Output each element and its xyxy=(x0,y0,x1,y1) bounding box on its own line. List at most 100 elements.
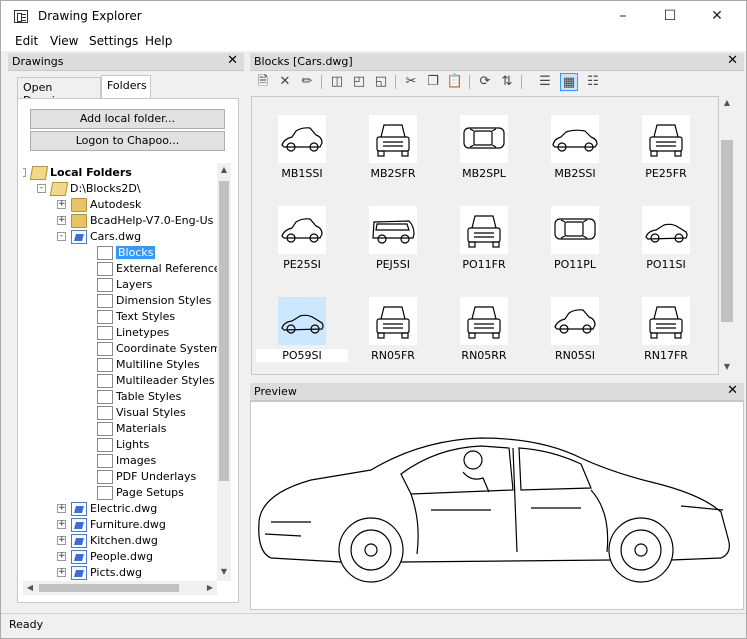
tree-item[interactable]: + Electric.dwg xyxy=(23,501,217,517)
block-thumbnail[interactable]: PE25SI xyxy=(256,188,346,271)
tree-item[interactable]: Visual Styles xyxy=(23,405,217,421)
menu-settings[interactable]: Settings xyxy=(89,34,138,48)
refresh-icon[interactable]: ⟳ xyxy=(476,73,494,91)
block-thumbnail[interactable]: MB2SPL xyxy=(438,97,528,180)
blocks-scroll-up-icon[interactable]: ▲ xyxy=(720,96,734,110)
tree-item[interactable]: Linetypes xyxy=(23,325,217,341)
maximize-button[interactable]: ☐ xyxy=(647,1,693,31)
tree-horizontal-scrollbar[interactable]: ◀ ▶ xyxy=(23,581,217,595)
collapse-icon[interactable]: - xyxy=(37,184,46,193)
icon-view-icon[interactable]: ▦ xyxy=(560,73,578,91)
preview-panel-close-icon[interactable]: ✕ xyxy=(727,383,738,398)
tree-scroll-thumb[interactable] xyxy=(219,181,229,481)
block-name-label: MB2SSI xyxy=(554,167,596,180)
block-thumbnail[interactable]: RN05RR xyxy=(438,279,528,362)
insert-block-icon[interactable]: ◫ xyxy=(328,73,346,91)
block-thumbnail[interactable]: RN05SI xyxy=(529,279,619,362)
block-thumbnail[interactable]: MB2SFR xyxy=(347,97,437,180)
tree-item[interactable]: Multiline Styles xyxy=(23,357,217,373)
tree-item[interactable]: + Autodesk xyxy=(23,197,217,213)
new-block-icon[interactable]: 🗎 xyxy=(254,73,272,91)
expand-icon[interactable]: + xyxy=(57,536,66,545)
table-category-icon xyxy=(97,358,113,372)
tree-item[interactable]: + Kitchen.dwg xyxy=(23,533,217,549)
tree-item[interactable]: - Cars.dwg xyxy=(23,229,217,245)
blocks-vertical-scrollbar[interactable]: ▲ ▼ xyxy=(719,96,735,375)
tab-folders[interactable]: Folders xyxy=(101,75,151,98)
tree-item[interactable]: Images xyxy=(23,453,217,469)
tree-item[interactable]: + Furniture.dwg xyxy=(23,517,217,533)
tree-item[interactable]: External References xyxy=(23,261,217,277)
purge-brush-icon[interactable]: ✏ xyxy=(298,73,316,91)
block-thumbnail[interactable]: PE25FR xyxy=(620,97,710,180)
scroll-down-icon[interactable]: ▼ xyxy=(217,565,231,579)
cut-icon[interactable]: ✂ xyxy=(402,73,420,91)
collapse-icon[interactable]: - xyxy=(57,232,66,241)
dwg-file-icon xyxy=(71,550,87,564)
tree-item[interactable]: PDF Underlays xyxy=(23,469,217,485)
insert-copy-icon[interactable]: ◱ xyxy=(372,73,390,91)
menu-help[interactable]: Help xyxy=(145,34,172,48)
tree-item[interactable]: + BcadHelp-V7.0-Eng-Us xyxy=(23,213,217,229)
scroll-up-icon[interactable]: ▲ xyxy=(217,163,231,177)
tree-item[interactable]: - D:\Blocks2D\ xyxy=(23,181,217,197)
menu-view[interactable]: View xyxy=(50,34,78,48)
expand-icon[interactable]: + xyxy=(57,520,66,529)
add-local-folder-button[interactable]: Add local folder... xyxy=(30,109,225,129)
blocks-scroll-down-icon[interactable]: ▼ xyxy=(720,360,734,374)
scroll-right-icon[interactable]: ▶ xyxy=(203,581,217,595)
tab-open-drawings[interactable]: Open Drawings xyxy=(17,77,101,107)
tree-item[interactable]: Multileader Styles xyxy=(23,373,217,389)
collapse-icon[interactable]: - xyxy=(23,168,26,177)
block-name-label: RN05SI xyxy=(554,349,596,362)
tree-item[interactable]: Lights xyxy=(23,437,217,453)
tree-vertical-scrollbar[interactable]: ▲ ▼ xyxy=(217,163,231,581)
expand-icon[interactable]: + xyxy=(57,216,66,225)
block-name-label: MB2SPL xyxy=(462,167,506,180)
scroll-left-icon[interactable]: ◀ xyxy=(23,581,37,595)
menu-edit[interactable]: Edit xyxy=(15,34,38,48)
detail-view-icon[interactable]: ☷ xyxy=(584,73,602,91)
close-window-button[interactable]: ✕ xyxy=(694,1,740,31)
tree-item-label: Electric.dwg xyxy=(90,502,158,515)
tree-item[interactable]: Page Setups xyxy=(23,485,217,501)
paste-icon[interactable]: 📋 xyxy=(446,73,464,91)
tree-item-label: Linetypes xyxy=(116,326,170,339)
block-thumbnail[interactable]: RN17FR xyxy=(620,279,710,362)
tree-item[interactable]: Coordinate Systems xyxy=(23,341,217,357)
tree-item[interactable]: Layers xyxy=(23,277,217,293)
tree-item[interactable]: Materials xyxy=(23,421,217,437)
minimize-button[interactable]: – xyxy=(600,1,646,31)
expand-icon[interactable]: + xyxy=(57,200,66,209)
delete-icon[interactable]: ✕ xyxy=(276,73,294,91)
tree-item[interactable]: Blocks xyxy=(23,245,217,261)
tree-item[interactable]: - Local Folders xyxy=(23,165,217,181)
insert-as-icon[interactable]: ◰ xyxy=(350,73,368,91)
block-thumbnail[interactable]: PO11FR xyxy=(438,188,528,271)
blocks-scroll-thumb[interactable] xyxy=(721,140,733,322)
drawings-panel-close-icon[interactable]: ✕ xyxy=(227,53,238,68)
tree-hscroll-thumb[interactable] xyxy=(39,584,179,592)
tree-item[interactable]: + People.dwg xyxy=(23,549,217,565)
blocks-panel-close-icon[interactable]: ✕ xyxy=(727,53,738,68)
block-thumbnail[interactable]: PO11PL xyxy=(529,188,619,271)
copy-icon[interactable]: ❐ xyxy=(424,73,442,91)
table-category-icon xyxy=(97,406,113,420)
block-thumbnail[interactable]: PO11SI xyxy=(620,188,710,271)
tree-item[interactable]: Dimension Styles xyxy=(23,293,217,309)
expand-icon[interactable]: + xyxy=(57,552,66,561)
list-view-icon[interactable]: ☰ xyxy=(536,73,554,91)
block-thumbnail[interactable]: MB1SSI xyxy=(256,97,346,180)
logon-chapoo-button[interactable]: Logon to Chapoo... xyxy=(30,131,225,151)
swap-icon[interactable]: ⇅ xyxy=(498,73,516,91)
tree-item[interactable]: Text Styles xyxy=(23,309,217,325)
expand-icon[interactable]: + xyxy=(57,504,66,513)
expand-icon[interactable]: + xyxy=(57,568,66,577)
tree-item[interactable]: Table Styles xyxy=(23,389,217,405)
block-thumbnail[interactable]: PEJ5SI xyxy=(347,188,437,271)
tree-item[interactable]: + Picts.dwg xyxy=(23,565,217,581)
block-thumbnail[interactable]: RN05FR xyxy=(347,279,437,362)
block-thumbnail[interactable]: PO59SI xyxy=(256,279,348,362)
title-bar: Drawing Explorer – ☐ ✕ xyxy=(1,1,746,31)
block-thumbnail[interactable]: MB2SSI xyxy=(529,97,619,180)
